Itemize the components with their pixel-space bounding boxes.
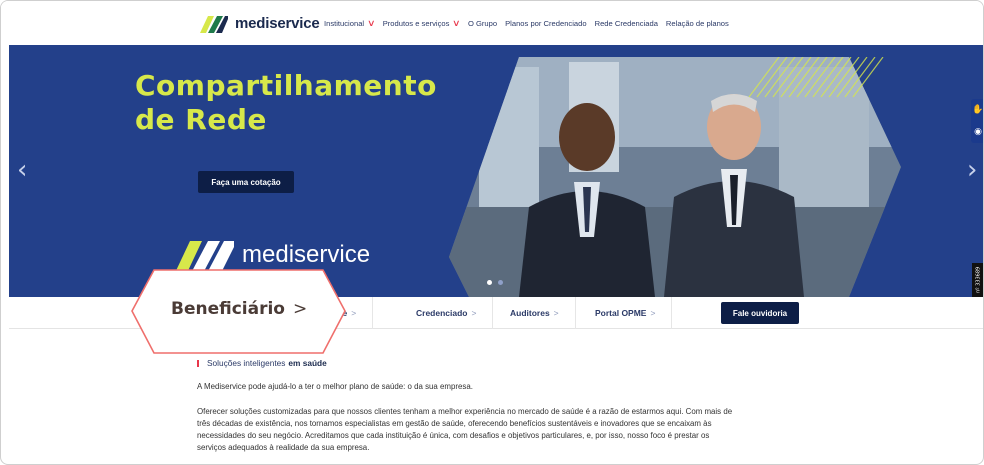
tab-label: Credenciado: [416, 308, 468, 318]
logo-text: mediservice: [235, 14, 320, 32]
tab-credenciado[interactable]: Credenciado >: [400, 297, 494, 329]
chevron-down-icon: ∨: [452, 18, 461, 28]
eye-icon[interactable]: ◉: [974, 127, 982, 137]
nav-item-rede-credenciada[interactable]: Rede Credenciada: [595, 18, 658, 29]
nav-label: Relação de planos: [665, 19, 729, 28]
chevron-right-icon: >: [553, 308, 559, 318]
chevron-right-icon: >: [293, 299, 308, 319]
main-nav: Institucional ∨ Produtos e serviços ∨ O …: [324, 18, 729, 29]
kicker-marker: [197, 359, 199, 367]
hero-title: Compartilhamento de Rede: [135, 69, 437, 137]
nav-label: Institucional: [324, 19, 365, 28]
carousel-dot[interactable]: [498, 280, 503, 285]
chevron-right-icon: >: [650, 308, 656, 318]
nav-label: Produtos e serviços: [382, 19, 450, 28]
carousel-dot[interactable]: [487, 280, 492, 285]
tab-label: Beneficiário: [171, 299, 285, 319]
nav-item-produtos[interactable]: Produtos e serviços ∨: [382, 18, 461, 29]
tab-label: Portal OPME: [595, 308, 647, 318]
body-paragraph: Oferecer soluções customizadas para que …: [197, 406, 797, 454]
body-line: necessidades do seu negócio. Acreditamos…: [197, 431, 710, 440]
mediservice-logo-icon: [200, 16, 228, 33]
carousel-prev-icon[interactable]: ‹: [17, 155, 27, 185]
body-line: serviços adequados à realidade da sua em…: [197, 443, 370, 452]
nav-item-relacao-planos[interactable]: Relação de planos: [666, 18, 729, 29]
hero-title-line2: de Rede: [135, 103, 267, 136]
tab-label: Auditores: [510, 308, 550, 318]
carousel-next-icon[interactable]: ›: [967, 155, 977, 185]
nav-item-institucional[interactable]: Institucional ∨: [324, 18, 376, 29]
kicker-text: Soluções inteligentes: [207, 358, 286, 368]
quote-button[interactable]: Faça uma cotação: [198, 171, 294, 193]
tab-auditores[interactable]: Auditores >: [494, 297, 576, 329]
site-logo[interactable]: mediservice: [200, 13, 320, 33]
chevron-right-icon: >: [351, 308, 357, 318]
tab-portal-opme[interactable]: Portal OPME >: [579, 297, 673, 329]
chevron-down-icon: ∨: [367, 18, 376, 28]
nav-item-planos-credenciado[interactable]: Planos por Credenciado: [505, 18, 586, 29]
site-header: mediservice Institucional ∨ Produtos e s…: [1, 1, 983, 45]
hero-brand-text: mediservice: [242, 241, 371, 268]
ouvidoria-button[interactable]: Fale ouvidoria: [721, 302, 799, 324]
hero-photo: [449, 57, 901, 297]
section-kicker: Soluções inteligentes em saúde: [197, 357, 797, 369]
kicker-bold-text: em saúde: [288, 358, 327, 368]
accessibility-widget[interactable]: ✋ ◉: [971, 99, 983, 143]
nav-label: Planos por Credenciado: [505, 19, 587, 28]
intro-section: Soluções inteligentes em saúde A Mediser…: [197, 357, 797, 454]
hero-title-line1: Compartilhamento: [135, 69, 437, 102]
tab-beneficiario[interactable]: Beneficiário >: [171, 299, 307, 319]
nav-item-o-grupo[interactable]: O Grupo: [468, 18, 497, 29]
hero-banner: Compartilhamento de Rede Faça uma cotaçã…: [9, 45, 983, 297]
nav-label: O Grupo: [467, 19, 498, 28]
chevron-right-icon: >: [471, 308, 477, 318]
sign-language-icon[interactable]: ✋: [972, 105, 983, 115]
ans-seal: nº 333689: [972, 263, 983, 297]
nav-label: Rede Credenciada: [594, 19, 658, 28]
intro-paragraph: A Mediservice pode ajudá-lo a ter o melh…: [197, 382, 473, 391]
browser-frame: mediservice Institucional ∨ Produtos e s…: [0, 0, 984, 465]
carousel-dots: [487, 280, 503, 285]
body-line: três décadas de existência, nos tornamos…: [197, 419, 712, 428]
body-line: Oferecer soluções customizadas para que …: [197, 407, 733, 416]
